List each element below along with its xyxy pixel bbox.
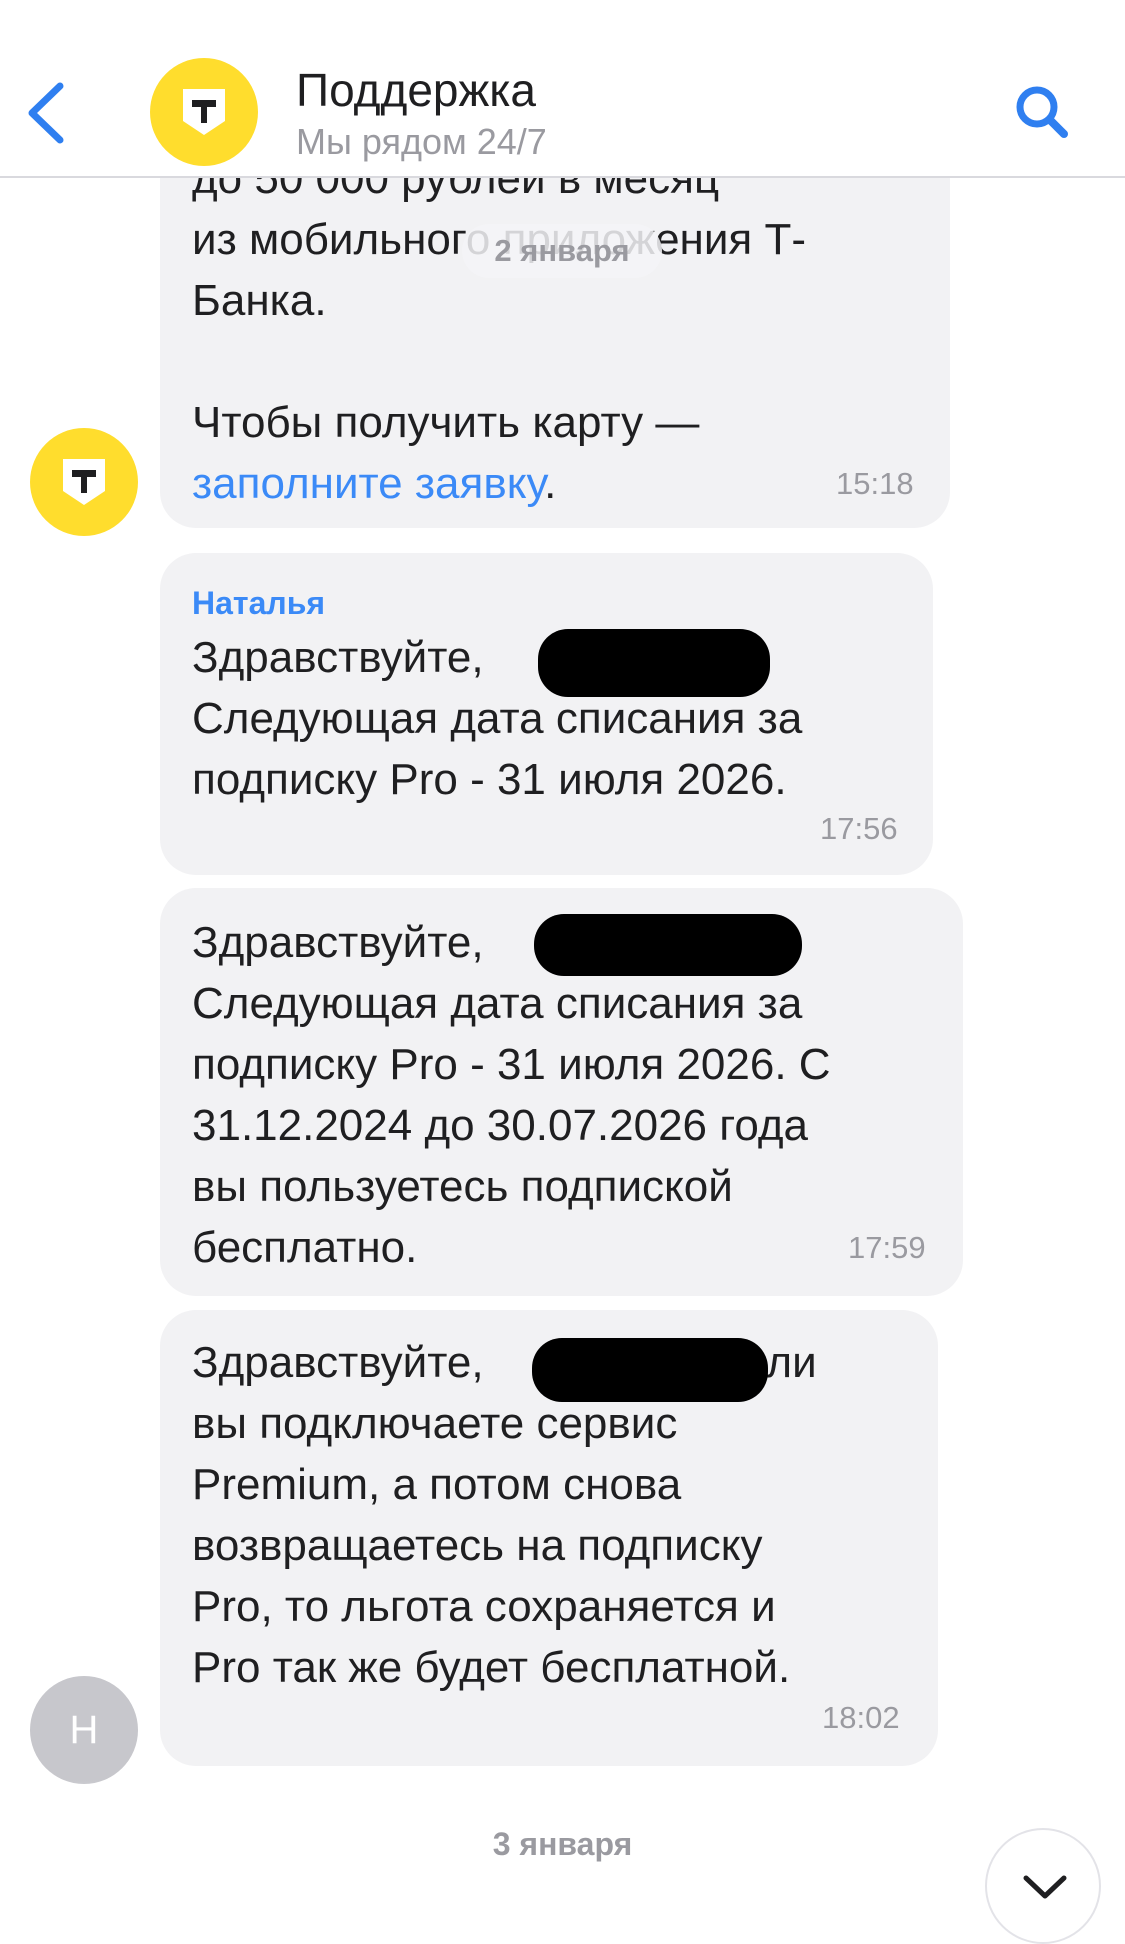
date-label: 3 января xyxy=(492,1826,633,1862)
chat-subtitle: Мы рядом 24/7 xyxy=(296,121,547,162)
message-time: 18:02 xyxy=(822,1700,900,1735)
t-bank-logo-icon xyxy=(63,459,105,505)
message-time: 15:18 xyxy=(836,466,914,501)
agent-avatar: Н xyxy=(30,1676,138,1784)
t-bank-logo-icon xyxy=(183,89,225,135)
back-chevron-icon xyxy=(28,82,64,144)
back-button[interactable] xyxy=(20,78,80,148)
redacted-name xyxy=(534,914,802,976)
sender-name: Наталья xyxy=(192,585,326,621)
chevron-down-icon xyxy=(1023,1875,1067,1899)
agent-message-bubble: Наталья Здравствуйте, Следующая дата спи… xyxy=(160,553,933,875)
agent-message-bubble: Здравствуйте, Следующая дата списания за… xyxy=(160,888,963,1296)
bot-message-bubble: до 50 000 рублей в месяц из мобильного п… xyxy=(160,120,950,528)
agent-message-bubble: Здравствуйте,Если вы подключаете сервис … xyxy=(160,1310,938,1766)
chat-title: Поддержка xyxy=(296,64,536,116)
search-icon xyxy=(1016,86,1068,138)
bot-avatar xyxy=(30,428,138,536)
message-time: 17:59 xyxy=(848,1230,926,1265)
message-time: 17:56 xyxy=(820,811,898,846)
scroll-down-button[interactable] xyxy=(985,1828,1101,1944)
support-avatar[interactable] xyxy=(150,58,258,166)
chat-header: Поддержка Мы рядом 24/7 xyxy=(0,0,1125,178)
date-pill: 2 января xyxy=(462,224,662,278)
message-text: до 50 000 рублей в месяц из мобильного п… xyxy=(192,154,807,508)
search-button[interactable] xyxy=(1010,80,1074,144)
apply-link[interactable]: заполните заявку xyxy=(192,459,544,508)
chat-feed[interactable]: до 50 000 рублей в месяц из мобильного п… xyxy=(0,0,1125,1944)
redacted-name xyxy=(538,629,770,697)
redacted-name xyxy=(532,1338,768,1402)
